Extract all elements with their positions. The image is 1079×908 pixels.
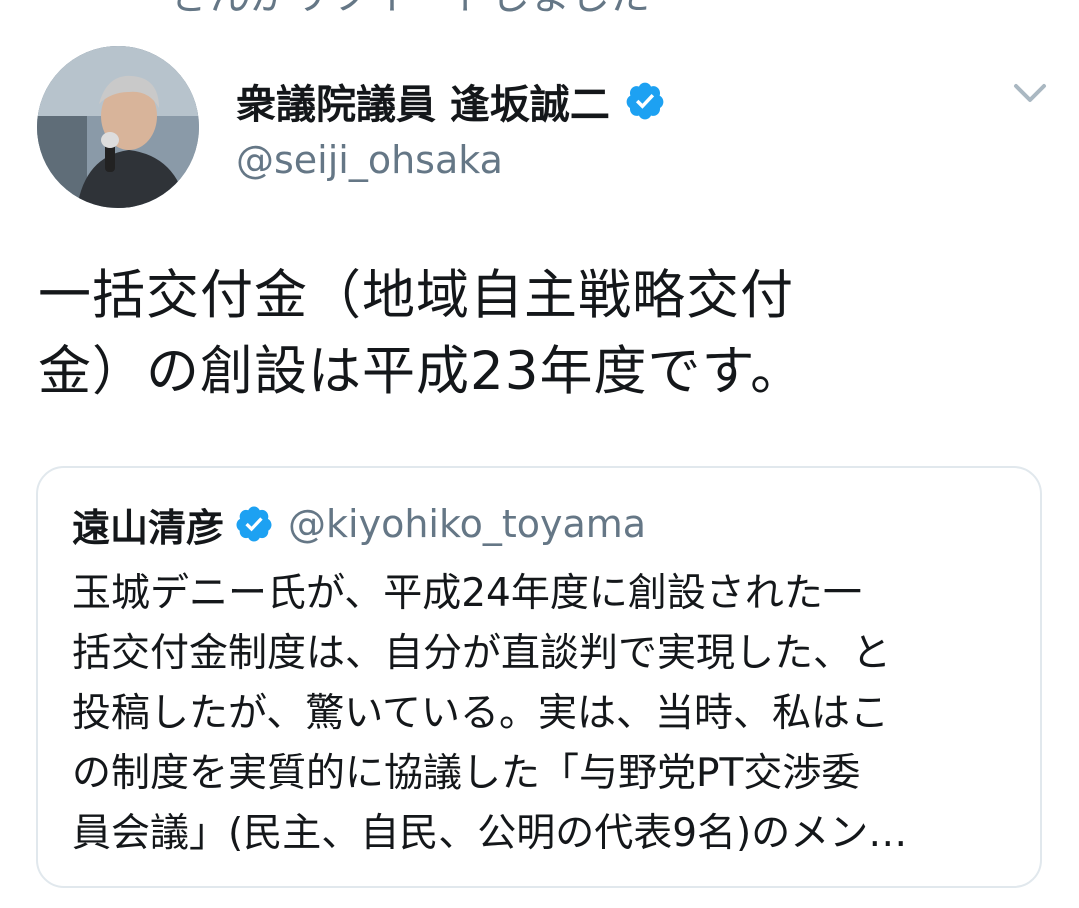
verified-badge-icon <box>626 82 664 120</box>
retweet-context: さんがリツイートしました <box>170 0 650 18</box>
author-row[interactable]: 衆議院議員 逢坂誠二 <box>236 72 666 130</box>
chevron-down-icon[interactable] <box>1010 76 1050 108</box>
quoted-author-display-name: 遠山清彦 <box>72 505 225 550</box>
author-handle[interactable]: @seiji_ohsaka <box>236 138 503 182</box>
quoted-author-handle: @kiyohiko_toyama <box>288 502 647 546</box>
verified-badge-icon <box>236 506 272 542</box>
quoted-author-row: 遠山清彦 @kiyohiko_toyama <box>72 496 646 552</box>
avatar[interactable] <box>37 46 199 208</box>
profile-photo <box>37 46 199 208</box>
author-display-name[interactable]: 衆議院議員 逢坂誠二 <box>236 72 610 130</box>
quoted-tweet-card[interactable]: 遠山清彦 @kiyohiko_toyama 玉城デニー氏が、平成24年度に創設さ… <box>36 466 1042 888</box>
tweet-text: 一括交付金（地域自主戦略交付 金）の創設は平成23年度です。 <box>38 265 805 402</box>
quoted-tweet-text: 玉城デニー氏が、平成24年度に創設された一 括交付金制度は、自分が直談判で実現し… <box>72 571 908 856</box>
